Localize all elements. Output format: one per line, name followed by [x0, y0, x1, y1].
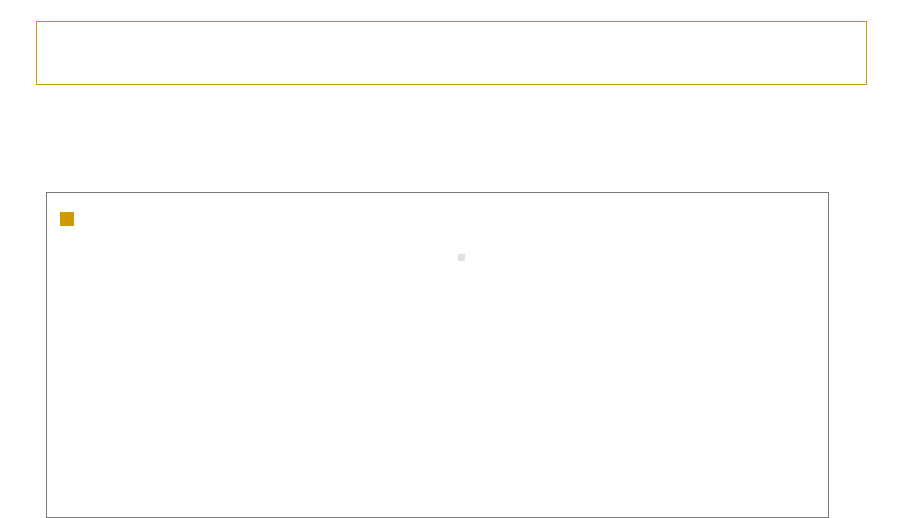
gold-square-icon	[60, 212, 74, 226]
banner-box	[36, 21, 867, 85]
gray-dot-icon	[458, 254, 465, 261]
content-panel	[46, 192, 829, 518]
